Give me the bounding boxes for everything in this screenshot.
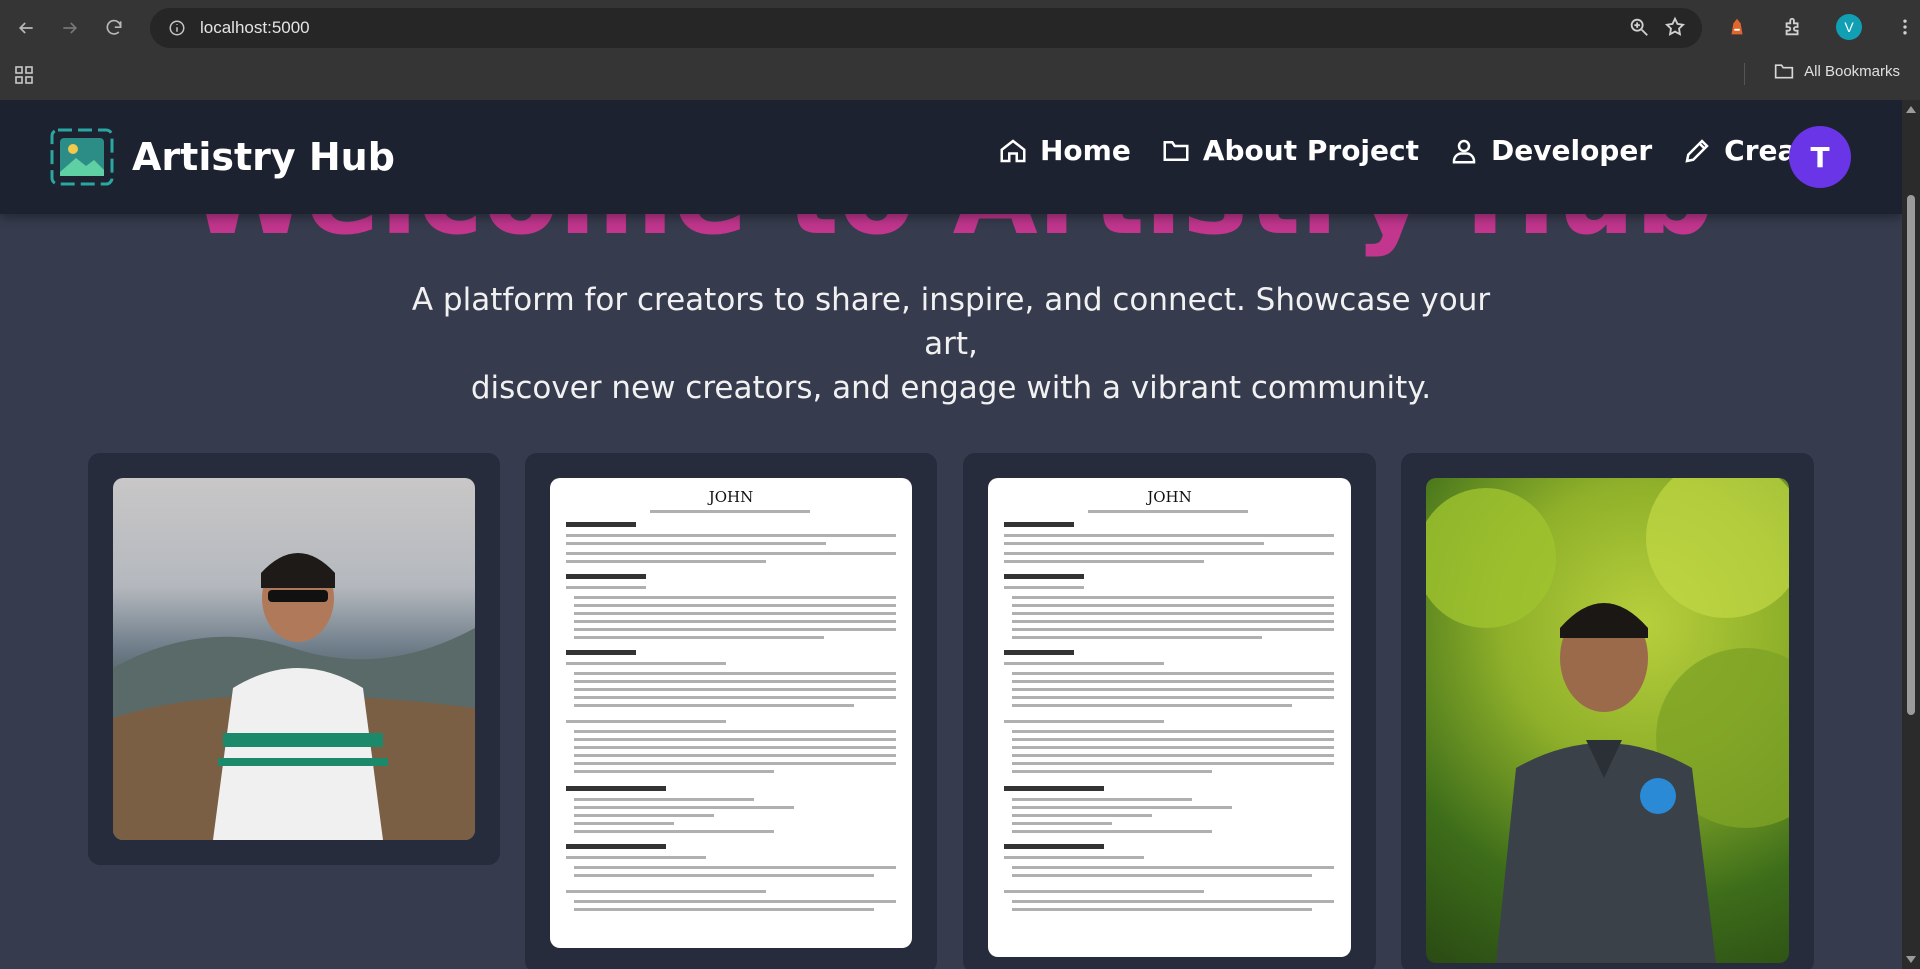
folder-icon — [1774, 64, 1794, 79]
brand[interactable]: Artistry Hub — [50, 128, 395, 186]
gallery-card[interactable] — [1401, 453, 1814, 969]
apps-grid-icon[interactable] — [14, 65, 34, 85]
back-button[interactable] — [8, 10, 44, 46]
brand-name: Artistry Hub — [132, 135, 395, 179]
resume-document[interactable]: JOHN — [550, 478, 912, 948]
resume-name: JOHN — [1147, 488, 1192, 506]
gallery-card[interactable]: JOHN — [525, 453, 937, 969]
zoom-icon[interactable] — [1628, 16, 1650, 38]
image-gallery-logo-icon — [50, 128, 114, 186]
site-info-icon[interactable] — [162, 19, 192, 37]
browser-chrome: localhost:5000 V All Bookmarks — [0, 0, 1920, 100]
page: Welcome to Artistry Hub A platform for c… — [0, 100, 1902, 969]
forward-arrow-icon — [63, 22, 78, 34]
extensions-puzzle-icon[interactable] — [1776, 10, 1810, 44]
main-menu: Home About Project Developer Create — [998, 134, 1859, 167]
profile-avatar: V — [1836, 14, 1862, 40]
bookmarks-bar — [0, 56, 1920, 100]
man-in-sunglasses-photo[interactable] — [113, 478, 475, 840]
forward-button[interactable] — [52, 10, 88, 46]
nav-developer[interactable]: Developer — [1449, 134, 1652, 167]
gallery-card[interactable] — [88, 453, 500, 865]
page-scrollbar[interactable] — [1902, 100, 1920, 969]
nav-home-label: Home — [1040, 134, 1131, 167]
scroll-thumb[interactable] — [1907, 195, 1915, 715]
bookmarks-divider — [1744, 63, 1745, 85]
all-bookmarks-button[interactable]: All Bookmarks — [1774, 62, 1900, 80]
hero-subtitle: A platform for creators to share, inspir… — [400, 278, 1502, 410]
gallery-card[interactable]: JOHN — [963, 453, 1376, 969]
url-text: localhost:5000 — [200, 18, 310, 37]
browser-menu-icon[interactable] — [1888, 10, 1920, 44]
resume-name: JOHN — [708, 488, 754, 506]
extension-fox-icon[interactable] — [1720, 10, 1754, 44]
user-avatar[interactable]: T — [1789, 126, 1851, 188]
resume-document[interactable]: JOHN — [988, 478, 1351, 957]
home-icon — [1000, 138, 1026, 162]
back-arrow-icon — [18, 22, 33, 34]
profile-button[interactable]: V — [1832, 10, 1866, 44]
user-icon — [1452, 139, 1476, 163]
scroll-up-arrow-icon[interactable] — [1906, 106, 1916, 113]
site-navbar: Artistry Hub Home About Project Develope… — [0, 100, 1902, 214]
address-bar[interactable]: localhost:5000 — [150, 8, 1702, 48]
reload-button[interactable] — [96, 10, 132, 46]
nav-developer-label: Developer — [1491, 134, 1653, 167]
nav-about-project[interactable]: About Project — [1161, 134, 1419, 167]
folder-icon — [1163, 140, 1189, 161]
man-in-polo-photo[interactable] — [1426, 478, 1789, 963]
nav-home[interactable]: Home — [998, 134, 1131, 167]
pencil-icon — [1685, 138, 1709, 163]
reload-icon — [106, 19, 122, 35]
nav-about-label: About Project — [1202, 134, 1419, 167]
all-bookmarks-label: All Bookmarks — [1804, 62, 1900, 80]
scroll-down-arrow-icon[interactable] — [1906, 956, 1916, 963]
hero-subtitle-line2: discover new creators, and engage with a… — [470, 370, 1432, 406]
bookmark-star-icon[interactable] — [1664, 16, 1686, 38]
hero-subtitle-line1: A platform for creators to share, inspir… — [411, 282, 1491, 362]
